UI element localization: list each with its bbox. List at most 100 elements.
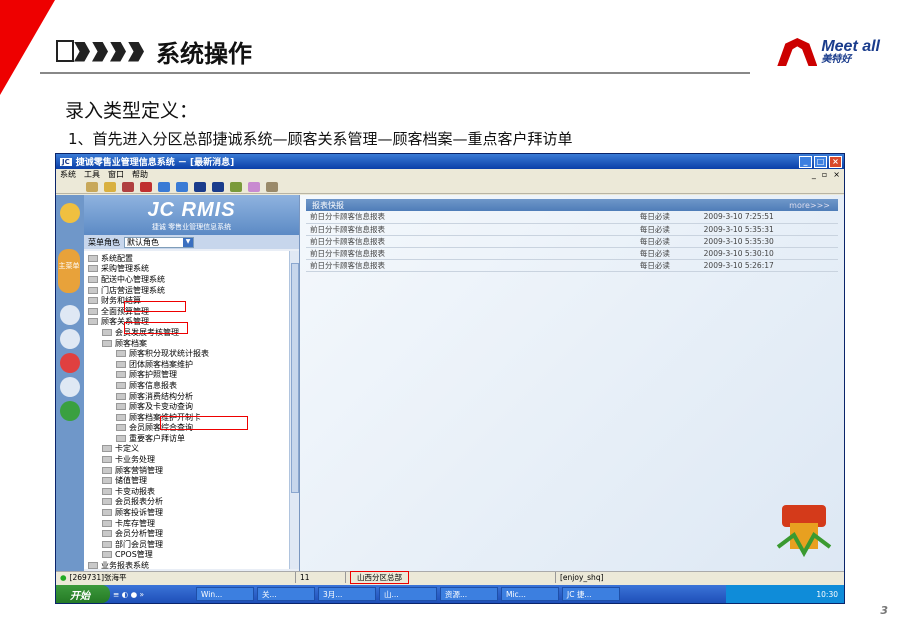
highlight-crm: [124, 301, 186, 312]
menu-tools[interactable]: 工具: [84, 169, 100, 180]
table-cell: 每日必读: [635, 247, 700, 260]
folder-icon[interactable]: [60, 377, 80, 397]
folder-icon: [88, 265, 98, 273]
folder-icon: [102, 551, 112, 559]
heart-icon[interactable]: [60, 353, 80, 373]
folder-icon: [102, 466, 112, 474]
table-row[interactable]: 前日分卡顾客信息报表 每日必读 2009-3-10 5:35:30: [306, 235, 838, 248]
star-icon[interactable]: [60, 203, 80, 223]
tree-node-label: 部门会员管理: [115, 539, 163, 549]
folder-icon: [102, 530, 112, 538]
toolbar-list-icon[interactable]: [194, 181, 206, 192]
close-button[interactable]: ×: [829, 155, 842, 168]
clock[interactable]: 10:30: [816, 590, 838, 599]
status-user: ● [269731]张海平: [56, 572, 296, 583]
tree-node-label: 卡库存管理: [115, 518, 155, 528]
tree-node-label: 顾客及卡变动查询: [129, 402, 193, 412]
more-link[interactable]: more>>>: [789, 201, 830, 210]
taskbar-item[interactable]: 关...: [257, 587, 315, 601]
maximize-button[interactable]: □: [814, 155, 827, 168]
mdi-minimize-icon[interactable]: _: [812, 170, 816, 179]
tree-scrollbar[interactable]: [289, 251, 299, 569]
tree-node[interactable]: 会员报表分析: [84, 497, 290, 508]
taskbar-item[interactable]: JC 捷...: [562, 587, 620, 601]
folder-icon: [102, 509, 112, 517]
tree-node[interactable]: 储值管理: [84, 475, 290, 486]
tree-node-label: 顾客消费结构分析: [129, 391, 193, 401]
toolbar-refresh-icon[interactable]: [230, 181, 242, 192]
tree-node[interactable]: 配送中心管理系统: [84, 274, 290, 285]
folder-icon: [102, 445, 112, 453]
system-tray: 10:30: [726, 585, 844, 603]
tree-node[interactable]: 顾客信息报表: [84, 380, 290, 391]
mdi-close-icon[interactable]: ×: [833, 170, 840, 179]
toolbar-print-icon[interactable]: [122, 181, 134, 192]
folder-icon: [116, 424, 126, 432]
toolbar-help-icon[interactable]: [248, 181, 260, 192]
table-cell: 每日必读: [635, 259, 700, 272]
table-cell: 前日分卡顾客信息报表: [306, 259, 636, 272]
toolbar-edit-icon[interactable]: [104, 181, 116, 192]
taskbar-item[interactable]: 3月...: [318, 587, 376, 601]
tree-node[interactable]: 部门会员管理: [84, 539, 290, 550]
role-select[interactable]: 默认角色 ▼: [124, 236, 194, 248]
toolbar-tile-icon[interactable]: [176, 181, 188, 192]
users-icon[interactable]: [60, 305, 80, 325]
slide-corner-decoration: [0, 0, 55, 95]
toolbar-new-icon[interactable]: [86, 181, 98, 192]
tree-node[interactable]: 顾客档案: [84, 338, 290, 349]
folder-icon: [116, 371, 126, 379]
tree-node[interactable]: 采购管理系统: [84, 264, 290, 275]
menu-window[interactable]: 窗口: [108, 169, 124, 180]
tree-node[interactable]: 顾客积分现状统计报表: [84, 348, 290, 359]
tree-node[interactable]: 卡业务处理: [84, 454, 290, 465]
folder-icon: [102, 456, 112, 464]
table-row[interactable]: 前日分卡顾客信息报表 每日必读 2009-3-10 7:25:51: [306, 211, 838, 224]
toolbar-delete-icon[interactable]: [140, 181, 152, 192]
main-menu-tab[interactable]: 主菜单: [58, 249, 80, 293]
tree-node[interactable]: 团体顾客档案维护: [84, 359, 290, 370]
banner-title: JC RMIS: [147, 198, 236, 221]
table-row[interactable]: 前日分卡顾客信息报表 每日必读 2009-3-10 5:30:10: [306, 247, 838, 260]
status-num: 11: [296, 572, 346, 583]
check-icon[interactable]: [60, 401, 80, 421]
tree-node[interactable]: 全面预算管理: [84, 306, 290, 317]
taskbar-item[interactable]: Win...: [196, 587, 254, 601]
toolbar-exit-icon[interactable]: [266, 181, 278, 192]
document-icon[interactable]: [60, 329, 80, 349]
minimize-button[interactable]: _: [799, 155, 812, 168]
tree-node-label: 团体顾客档案维护: [129, 359, 193, 369]
menu-system[interactable]: 系统: [60, 169, 76, 180]
taskbar-item[interactable]: 资源...: [440, 587, 498, 601]
tree-node[interactable]: 门店营运管理系统: [84, 285, 290, 296]
tree-node[interactable]: 卡变动报表: [84, 486, 290, 497]
scrollbar-thumb[interactable]: [291, 263, 299, 493]
mdi-restore-icon[interactable]: ▫: [822, 170, 827, 179]
tree-node[interactable]: 业务报表系统: [84, 560, 290, 569]
folder-icon: [102, 487, 112, 495]
role-label: 菜单角色: [88, 237, 120, 247]
tree-node[interactable]: 顾客投诉管理: [84, 507, 290, 518]
tree-node[interactable]: 顾客消费结构分析: [84, 391, 290, 402]
header-divider: [40, 72, 750, 74]
toolbar-grid-icon[interactable]: [212, 181, 224, 192]
tree-node-label: 会员分析管理: [115, 529, 163, 539]
tree-node[interactable]: 卡定义: [84, 444, 290, 455]
start-button[interactable]: 开始: [56, 585, 110, 603]
taskbar-item[interactable]: 山...: [379, 587, 437, 601]
tree-node[interactable]: 重要客户拜访单: [84, 433, 290, 444]
tree-node[interactable]: 顾客及卡变动查询: [84, 401, 290, 412]
table-row[interactable]: 前日分卡顾客信息报表 每日必读 2009-3-10 5:26:17: [306, 259, 838, 272]
menu-help[interactable]: 帮助: [132, 169, 148, 180]
tree-node[interactable]: 顾客营销管理: [84, 465, 290, 476]
toolbar-window-icon[interactable]: [158, 181, 170, 192]
tree-node[interactable]: 会员分析管理: [84, 528, 290, 539]
tree-node[interactable]: CPOS管理: [84, 550, 290, 561]
tree-node-label: 会员报表分析: [115, 497, 163, 507]
taskbar-item[interactable]: Mic...: [501, 587, 559, 601]
tree-node[interactable]: 卡库存管理: [84, 518, 290, 529]
tree-node[interactable]: 系统配置: [84, 253, 290, 264]
tree-node[interactable]: 财务和结算: [84, 295, 290, 306]
tree-node[interactable]: 顾客护照管理: [84, 370, 290, 381]
table-row[interactable]: 前日分卡顾客信息报表 每日必读 2009-3-10 5:35:31: [306, 223, 838, 236]
